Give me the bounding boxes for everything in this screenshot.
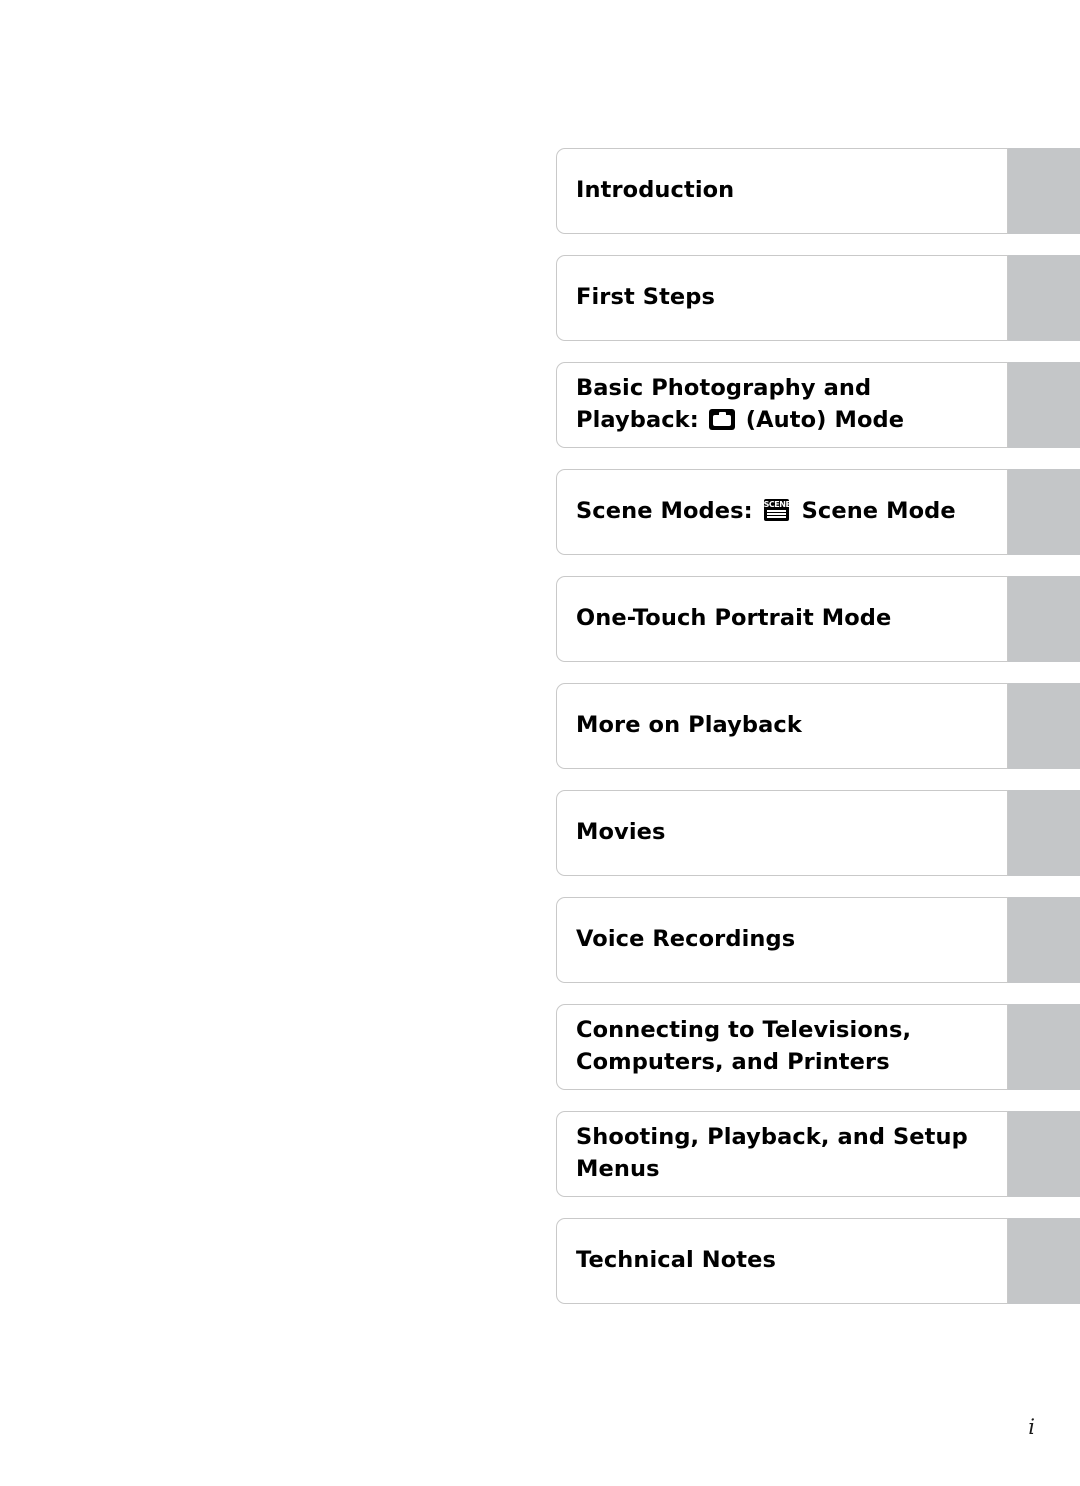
chapter-tab-introduction[interactable]: Introduction	[556, 148, 1080, 234]
chapter-tab-box[interactable]: Voice Recordings	[556, 897, 1008, 983]
chapter-tab-label: Scene Modes: SCENE Scene Mode	[576, 496, 956, 528]
chapter-tab-line-1: One-Touch Portrait Mode	[576, 605, 892, 632]
chapter-tab-label: First Steps	[576, 282, 715, 314]
chapter-tab-box[interactable]: One-Touch Portrait Mode	[556, 576, 1008, 662]
chapter-tab-line-1: Basic Photography and	[576, 375, 872, 402]
chapter-tab-box[interactable]: Scene Modes: SCENE Scene Mode	[556, 469, 1008, 555]
document-page: Introduction First Steps Basic Photograp…	[0, 0, 1080, 1486]
chapter-tab-marker	[1008, 1111, 1080, 1197]
chapter-tab-box[interactable]: Basic Photography and Playback: (Auto) M…	[556, 362, 1008, 448]
chapter-tab-line-2: Playback:	[576, 407, 707, 433]
chapter-tab-marker	[1008, 148, 1080, 234]
chapter-tab-box[interactable]: Shooting, Playback, and Setup Menus	[556, 1111, 1008, 1197]
chapter-tab-line-1: Voice Recordings	[576, 926, 796, 953]
chapter-tab-line-1: Technical Notes	[576, 1247, 776, 1274]
chapter-tab-label: One-Touch Portrait Mode	[576, 603, 891, 635]
chapter-tab-basic-photography-and-playback[interactable]: Basic Photography and Playback: (Auto) M…	[556, 362, 1080, 448]
chapter-tab-line-1-suffix: Scene Mode	[793, 498, 956, 525]
page-number: i	[1028, 1415, 1035, 1439]
chapter-tab-movies[interactable]: Movies	[556, 790, 1080, 876]
chapter-tab-line-1: Movies	[576, 819, 666, 846]
chapter-tab-marker	[1008, 790, 1080, 876]
chapter-tab-label: Shooting, Playback, and Setup Menus	[576, 1122, 968, 1186]
camera-auto-mode-icon	[708, 409, 735, 430]
chapter-tab-box[interactable]: More on Playback	[556, 683, 1008, 769]
chapter-tab-label: Introduction	[576, 175, 734, 207]
chapter-tab-one-touch-portrait-mode[interactable]: One-Touch Portrait Mode	[556, 576, 1080, 662]
chapter-tab-line-2-suffix: (Auto) Mode	[737, 407, 905, 433]
chapter-tab-connecting-to-televisions-computers-and-printers[interactable]: Connecting to Televisions, Computers, an…	[556, 1004, 1080, 1090]
chapter-tab-marker	[1008, 683, 1080, 769]
chapter-tab-label: Voice Recordings	[576, 924, 795, 956]
chapter-tab-marker	[1008, 255, 1080, 341]
chapter-tab-label: Connecting to Televisions, Computers, an…	[576, 1015, 911, 1079]
chapter-tab-box[interactable]: Technical Notes	[556, 1218, 1008, 1304]
chapter-tab-line-1: Introduction	[576, 177, 735, 204]
chapter-tab-line-1: Shooting, Playback, and Setup	[576, 1124, 968, 1151]
chapter-tab-line-2: Menus	[576, 1156, 660, 1182]
chapter-tab-box[interactable]: First Steps	[556, 255, 1008, 341]
chapter-tab-scene-modes[interactable]: Scene Modes: SCENE Scene Mode	[556, 469, 1080, 555]
chapter-tab-marker	[1008, 469, 1080, 555]
chapter-tab-line-1: Scene Modes:	[576, 498, 761, 525]
chapter-tab-label: Basic Photography and Playback: (Auto) M…	[576, 373, 904, 437]
chapter-tab-list: Introduction First Steps Basic Photograp…	[556, 148, 1080, 1325]
chapter-tab-line-1: First Steps	[576, 284, 715, 311]
chapter-tab-box[interactable]: Introduction	[556, 148, 1008, 234]
chapter-tab-marker	[1008, 362, 1080, 448]
chapter-tab-marker	[1008, 576, 1080, 662]
chapter-tab-shooting-playback-and-setup-menus[interactable]: Shooting, Playback, and Setup Menus	[556, 1111, 1080, 1197]
chapter-tab-marker	[1008, 897, 1080, 983]
chapter-tab-first-steps[interactable]: First Steps	[556, 255, 1080, 341]
chapter-tab-line-1: More on Playback	[576, 712, 802, 739]
chapter-tab-line-1: Connecting to Televisions,	[576, 1017, 912, 1044]
chapter-tab-label: Technical Notes	[576, 1245, 776, 1277]
chapter-tab-box[interactable]: Connecting to Televisions, Computers, an…	[556, 1004, 1008, 1090]
chapter-tab-box[interactable]: Movies	[556, 790, 1008, 876]
chapter-tab-label: Movies	[576, 817, 665, 849]
chapter-tab-line-2: Computers, and Printers	[576, 1049, 890, 1075]
chapter-tab-voice-recordings[interactable]: Voice Recordings	[556, 897, 1080, 983]
chapter-tab-label: More on Playback	[576, 710, 802, 742]
chapter-tab-marker	[1008, 1218, 1080, 1304]
chapter-tab-more-on-playback[interactable]: More on Playback	[556, 683, 1080, 769]
chapter-tab-technical-notes[interactable]: Technical Notes	[556, 1218, 1080, 1304]
chapter-tab-marker	[1008, 1004, 1080, 1090]
scene-mode-icon: SCENE	[763, 499, 789, 522]
